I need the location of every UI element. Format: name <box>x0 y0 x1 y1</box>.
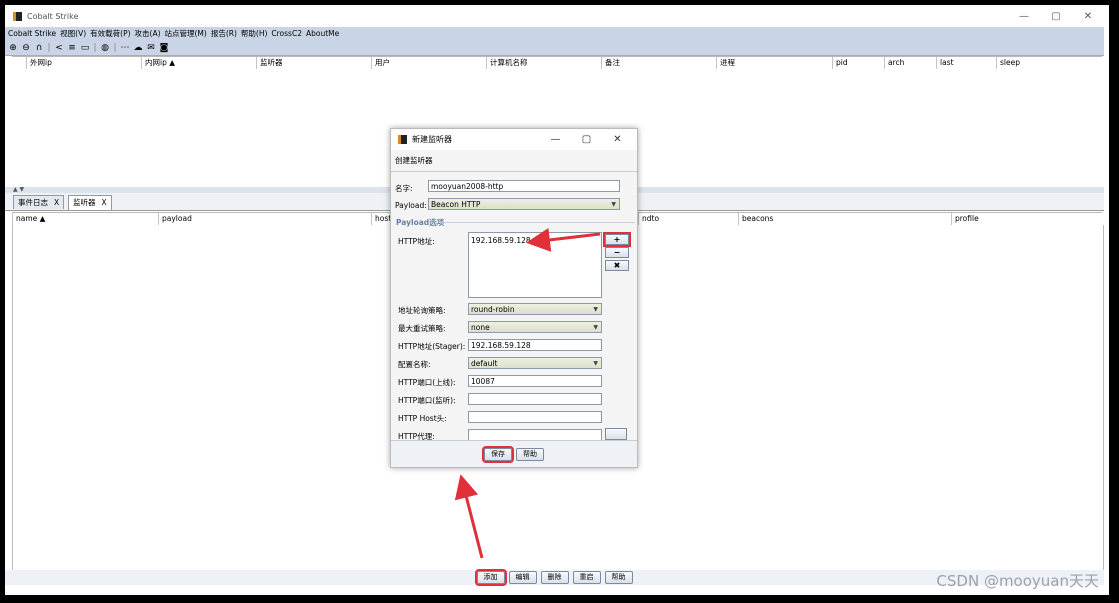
annotation-arrow-to-host <box>526 227 601 252</box>
annotation-arrows <box>454 227 601 559</box>
annotation-arrow-to-save <box>454 474 484 559</box>
watermark: CSDN @mooyuan天天 <box>936 572 1099 590</box>
